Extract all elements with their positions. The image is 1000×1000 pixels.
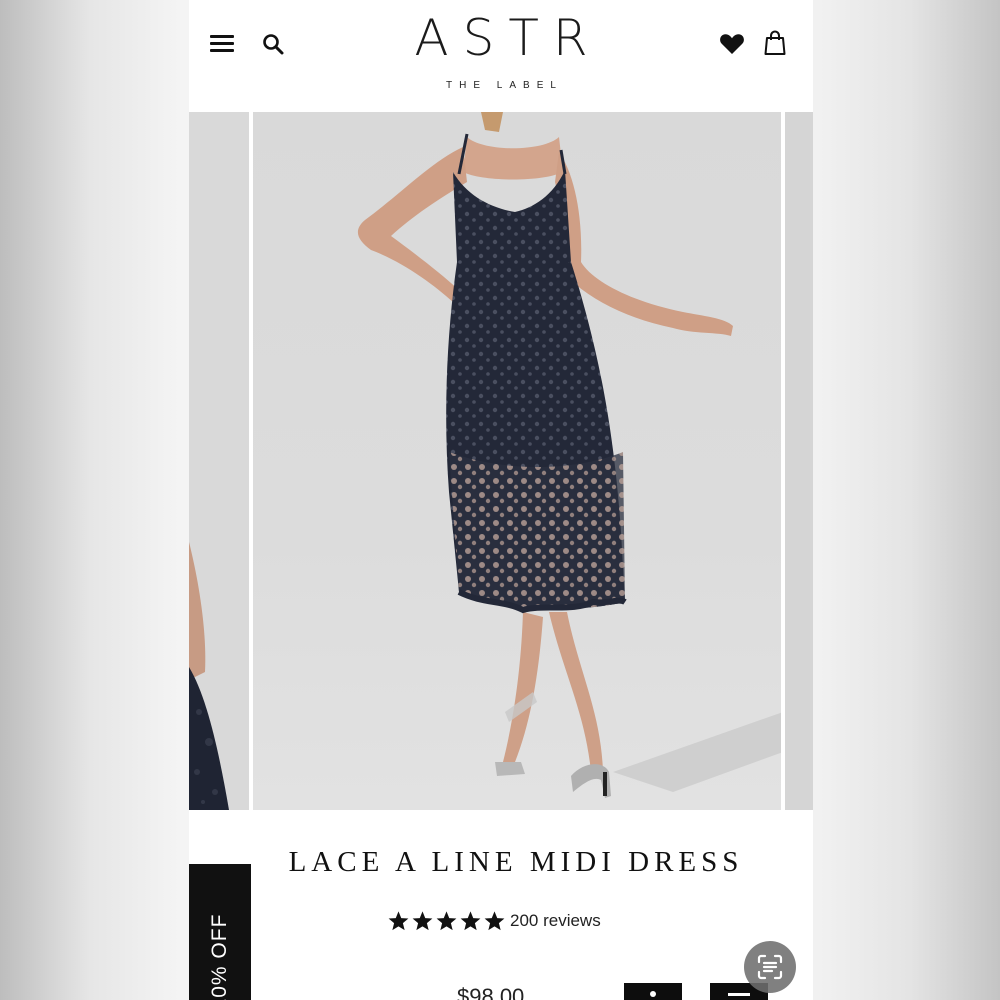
info-icon (650, 991, 656, 997)
discount-tab[interactable]: 10% OFF (189, 864, 251, 1000)
product-rating[interactable]: 200 reviews (387, 906, 601, 936)
bar-icon (728, 993, 750, 996)
next-product-image[interactable] (785, 112, 813, 810)
scan-text-icon (757, 954, 783, 980)
visual-lookup-button[interactable] (744, 941, 796, 993)
star-icon (388, 911, 409, 931)
star-icon (460, 911, 481, 931)
star-icon (436, 911, 457, 931)
main-product-image[interactable] (253, 112, 781, 810)
heart-icon[interactable] (719, 33, 745, 55)
site-header: ASTR THE LABEL (189, 0, 813, 112)
brand-tagline: THE LABEL (446, 80, 563, 91)
star-icon (484, 911, 505, 931)
info-button[interactable] (624, 983, 682, 1000)
rating-stars (387, 910, 507, 932)
previous-product-image[interactable] (189, 112, 249, 810)
shopping-bag-icon[interactable] (764, 30, 786, 56)
discount-label: 10% OFF (208, 913, 231, 1000)
review-count-link[interactable]: 200 reviews (510, 911, 601, 931)
product-price: $98.00 (457, 984, 525, 1000)
product-title: LACE A LINE MIDI DRESS (288, 846, 744, 878)
star-icon (412, 911, 433, 931)
product-page: ASTR THE LABEL LACE A LINE MIDI DRESS 20… (189, 0, 813, 1000)
product-image-carousel[interactable] (189, 112, 813, 810)
